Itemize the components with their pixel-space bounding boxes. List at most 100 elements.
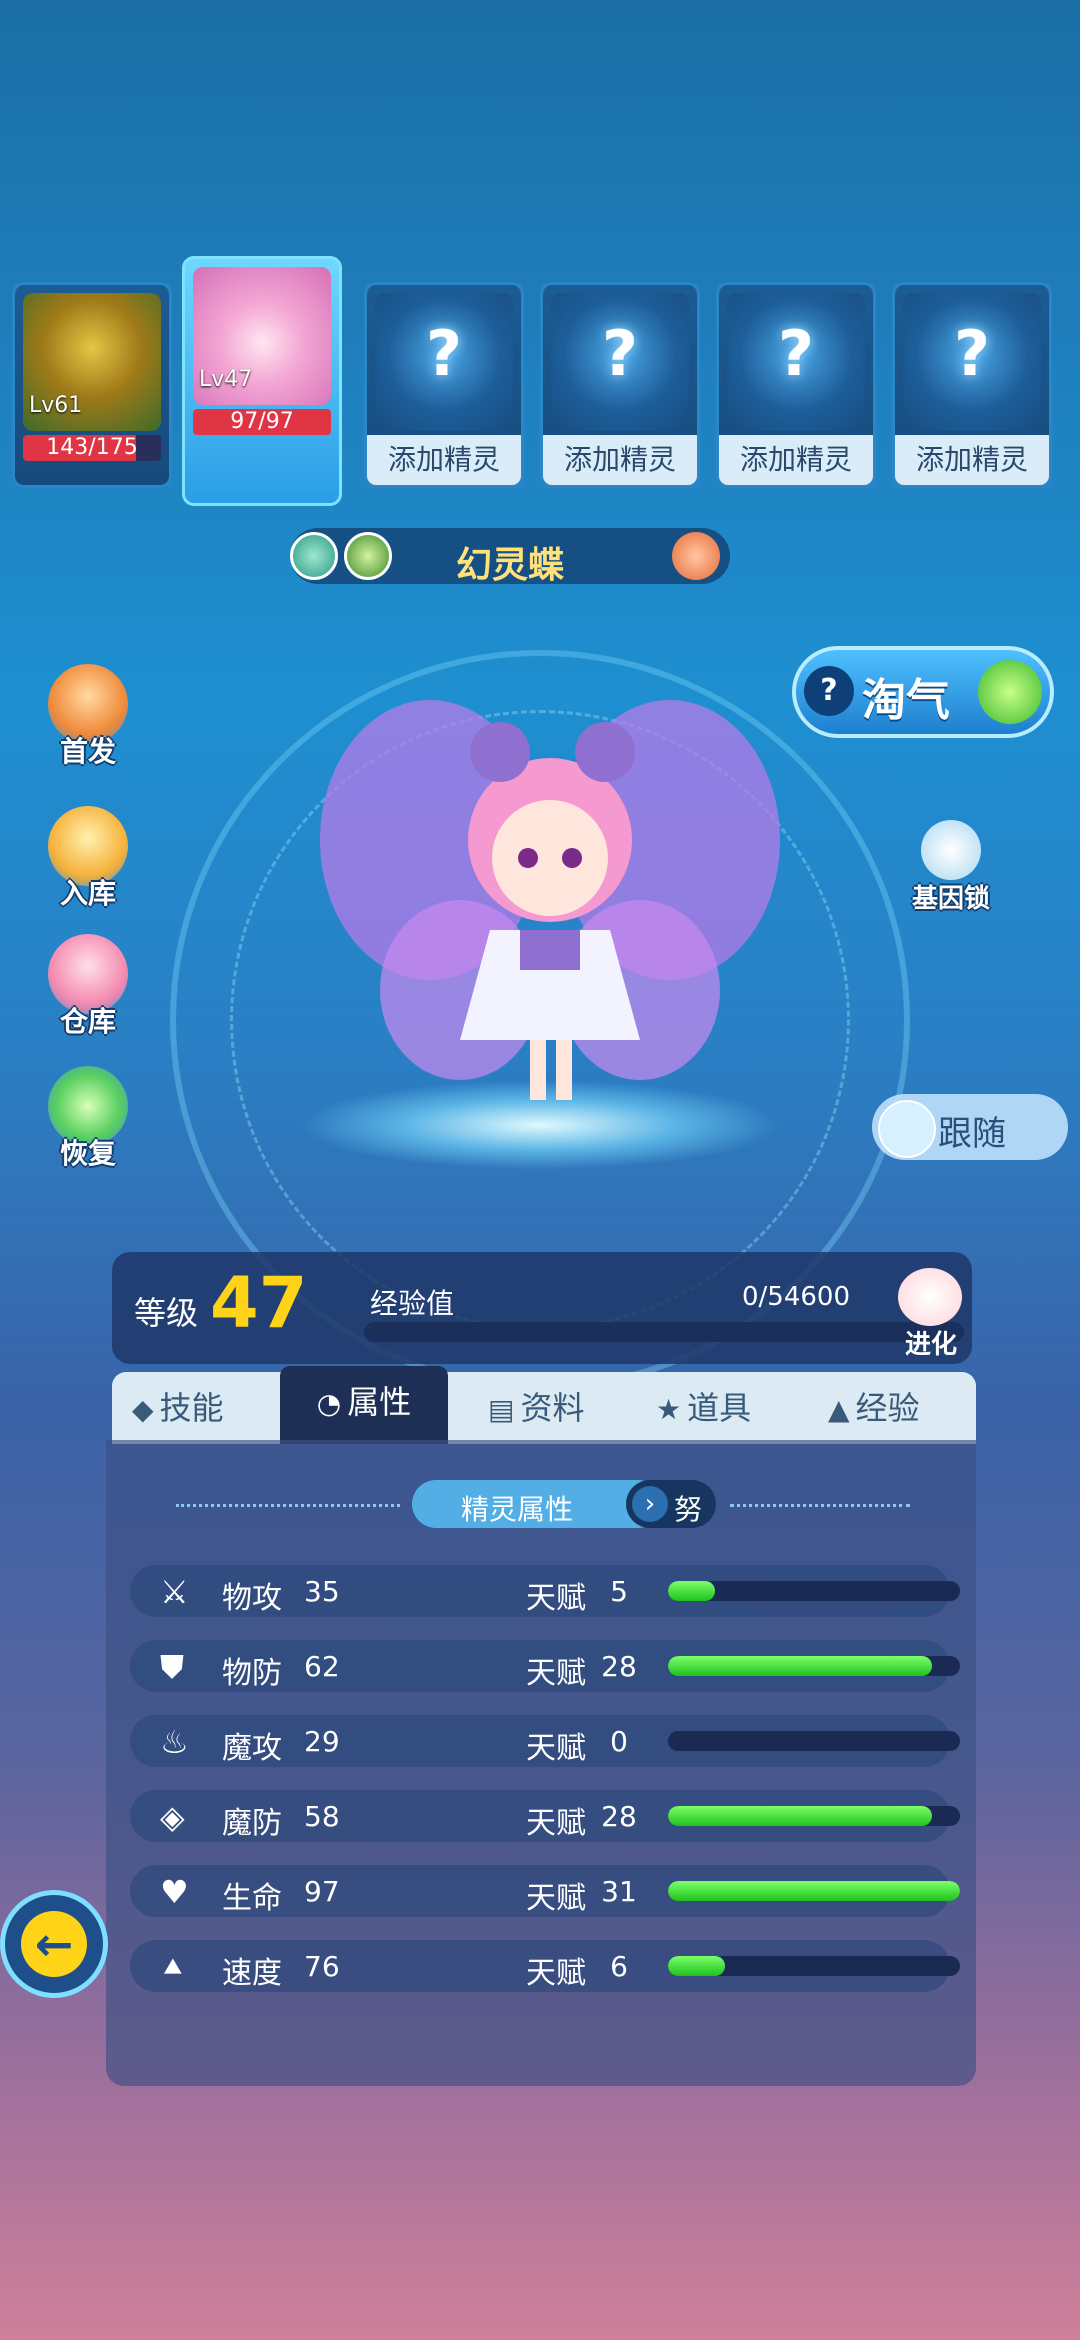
tab-items[interactable]: ★ 道具 (656, 1372, 806, 1444)
item-icon: ★ (656, 1393, 682, 1426)
talent-label: 天赋 (526, 1656, 586, 1691)
tab-label: 技能 (159, 1389, 224, 1427)
exp-bar (364, 1322, 964, 1342)
magic-shield-icon: ◈ (160, 1798, 185, 1836)
talent-label: 天赋 (526, 1731, 586, 1766)
talent-fill (668, 1881, 960, 1901)
talent-value: 0 (610, 1725, 628, 1758)
effort-toggle-button[interactable]: › 努 (626, 1480, 716, 1528)
tab-skills[interactable]: ◆ 技能 (132, 1372, 282, 1444)
question-mark-icon: ? (426, 317, 462, 390)
talent-value: 6 (610, 1950, 628, 1983)
stat-value: 97 (304, 1875, 340, 1908)
follow-toggle[interactable]: 跟随 (872, 1094, 1068, 1160)
lead-label: 首发 (59, 735, 116, 768)
slot-level: Lv47 (199, 367, 253, 392)
talent-bar (668, 1806, 960, 1826)
restore-button[interactable]: 恢复 (38, 1066, 138, 1170)
team-slot-3[interactable]: ? 添加精灵 (364, 282, 524, 488)
tab-label: 资料 (520, 1389, 585, 1427)
talent-fill (668, 1581, 716, 1601)
stat-row-2: ♨ 魔攻 29 天赋 0 (130, 1715, 960, 1767)
talent-label: 天赋 (526, 1806, 586, 1841)
evolve-label: 进化 (904, 1330, 957, 1360)
talent-bar (668, 1956, 960, 1976)
store-in-label: 入库 (59, 877, 116, 910)
pet-info-icon[interactable] (672, 532, 720, 580)
talent-value: 5 (610, 1575, 628, 1608)
tab-experience[interactable]: ▲ 经验 (828, 1372, 978, 1444)
add-pet-label: 添加精灵 (367, 435, 521, 485)
team-slot-4[interactable]: ? 添加精灵 (540, 282, 700, 488)
tab-attributes[interactable]: ◔ 属性 (280, 1366, 448, 1444)
boot-icon: ⯅ (160, 1948, 186, 1986)
attributes-panel: 精灵属性 › 努 ⚔ 物攻 35 天赋 5 ⛊ 物防 62 天赋 28 ♨ 魔攻 29 天赋 0 ◈ 魔防 58 天… (106, 1440, 976, 2086)
help-icon[interactable]: ? (804, 666, 854, 716)
gene-lock-button[interactable]: 基因锁 (896, 820, 1006, 930)
pet-name-bar: 幻灵蝶 (290, 528, 730, 586)
talent-label: 天赋 (526, 1956, 586, 1991)
stat-name: 物攻 (222, 1581, 282, 1616)
talent-fill (668, 1806, 932, 1826)
back-button[interactable]: ← (0, 1890, 108, 1998)
shield-icon: ⛊ (160, 1648, 185, 1686)
stat-value: 29 (304, 1725, 340, 1758)
refresh-icon[interactable] (978, 660, 1042, 724)
talent-value: 31 (601, 1875, 637, 1908)
stat-name: 速度 (222, 1956, 282, 1991)
tab-bar: ◆ 技能 ◔ 属性 ▤ 资料 ★ 道具 ▲ 经验 (112, 1366, 978, 1444)
gene-lock-icon (921, 820, 981, 880)
evolve-icon (898, 1268, 962, 1326)
team-slot-5[interactable]: ? 添加精灵 (716, 282, 876, 488)
tab-label: 道具 (687, 1389, 752, 1427)
stat-row-3: ◈ 魔防 58 天赋 28 (130, 1790, 960, 1842)
talent-fill (668, 1956, 725, 1976)
talent-bar (668, 1881, 960, 1901)
stat-name: 生命 (222, 1881, 282, 1916)
talent-bar (668, 1656, 960, 1676)
tab-label: 属性 (347, 1383, 412, 1421)
stat-value: 76 (304, 1950, 340, 1983)
sword-icon: ⚔ (160, 1573, 189, 1611)
nature-button[interactable]: ? 淘气 (792, 646, 1054, 738)
stat-row-0: ⚔ 物攻 35 天赋 5 (130, 1565, 960, 1617)
nature-label: 淘气 (862, 675, 950, 726)
exp-label: 经验值 (370, 1287, 455, 1320)
talent-bar (668, 1731, 960, 1751)
effort-label: 努 (674, 1493, 703, 1526)
stat-row-4: ♥ 生命 97 天赋 31 (130, 1865, 960, 1917)
flame-icon: ♨ (160, 1723, 189, 1761)
lead-button[interactable]: 首发 (38, 664, 138, 768)
flask-icon: ▲ (828, 1393, 850, 1426)
level-value: 47 (210, 1262, 308, 1344)
toggle-knob (878, 1100, 936, 1158)
question-mark-icon: ? (778, 317, 814, 390)
talent-value: 28 (601, 1650, 637, 1683)
stat-row-1: ⛊ 物防 62 天赋 28 (130, 1640, 960, 1692)
add-pet-label: 添加精灵 (543, 435, 697, 485)
team-slot-6[interactable]: ? 添加精灵 (892, 282, 1052, 488)
hp-bar: 97/97 (193, 409, 331, 435)
exp-value: 0/54600 (742, 1282, 851, 1312)
level-label: 等级 (134, 1294, 199, 1332)
question-mark-icon: ? (602, 317, 638, 390)
level-panel: 等级 47 经验值 0/54600 进化 (112, 1252, 972, 1364)
clipboard-icon: ▤ (488, 1393, 515, 1426)
team-slot-1[interactable]: Lv61 143/175 (12, 282, 172, 488)
divider (176, 1504, 400, 1507)
talent-value: 28 (601, 1800, 637, 1833)
team-slot-2[interactable]: Lv47 97/97 (182, 256, 342, 506)
heart-icon: ♥ (160, 1873, 189, 1911)
stat-value: 35 (304, 1575, 340, 1608)
store-in-button[interactable]: 入库 (38, 806, 138, 910)
pet-name: 幻灵蝶 (455, 545, 564, 586)
tab-info[interactable]: ▤ 资料 (488, 1372, 638, 1444)
hp-text: 143/175 (46, 435, 138, 460)
team-bar: Lv61 143/175 Lv47 97/97 ? 添加精灵 ? 添加精灵 ? … (0, 256, 1080, 506)
hp-text: 97/97 (230, 409, 294, 434)
chevron-up-icon: ◆ (132, 1393, 154, 1426)
talent-label: 天赋 (526, 1581, 586, 1616)
warehouse-button[interactable]: 仓库 (38, 934, 138, 1038)
tab-label: 经验 (855, 1389, 920, 1427)
evolve-button[interactable]: 进化 (876, 1256, 986, 1360)
